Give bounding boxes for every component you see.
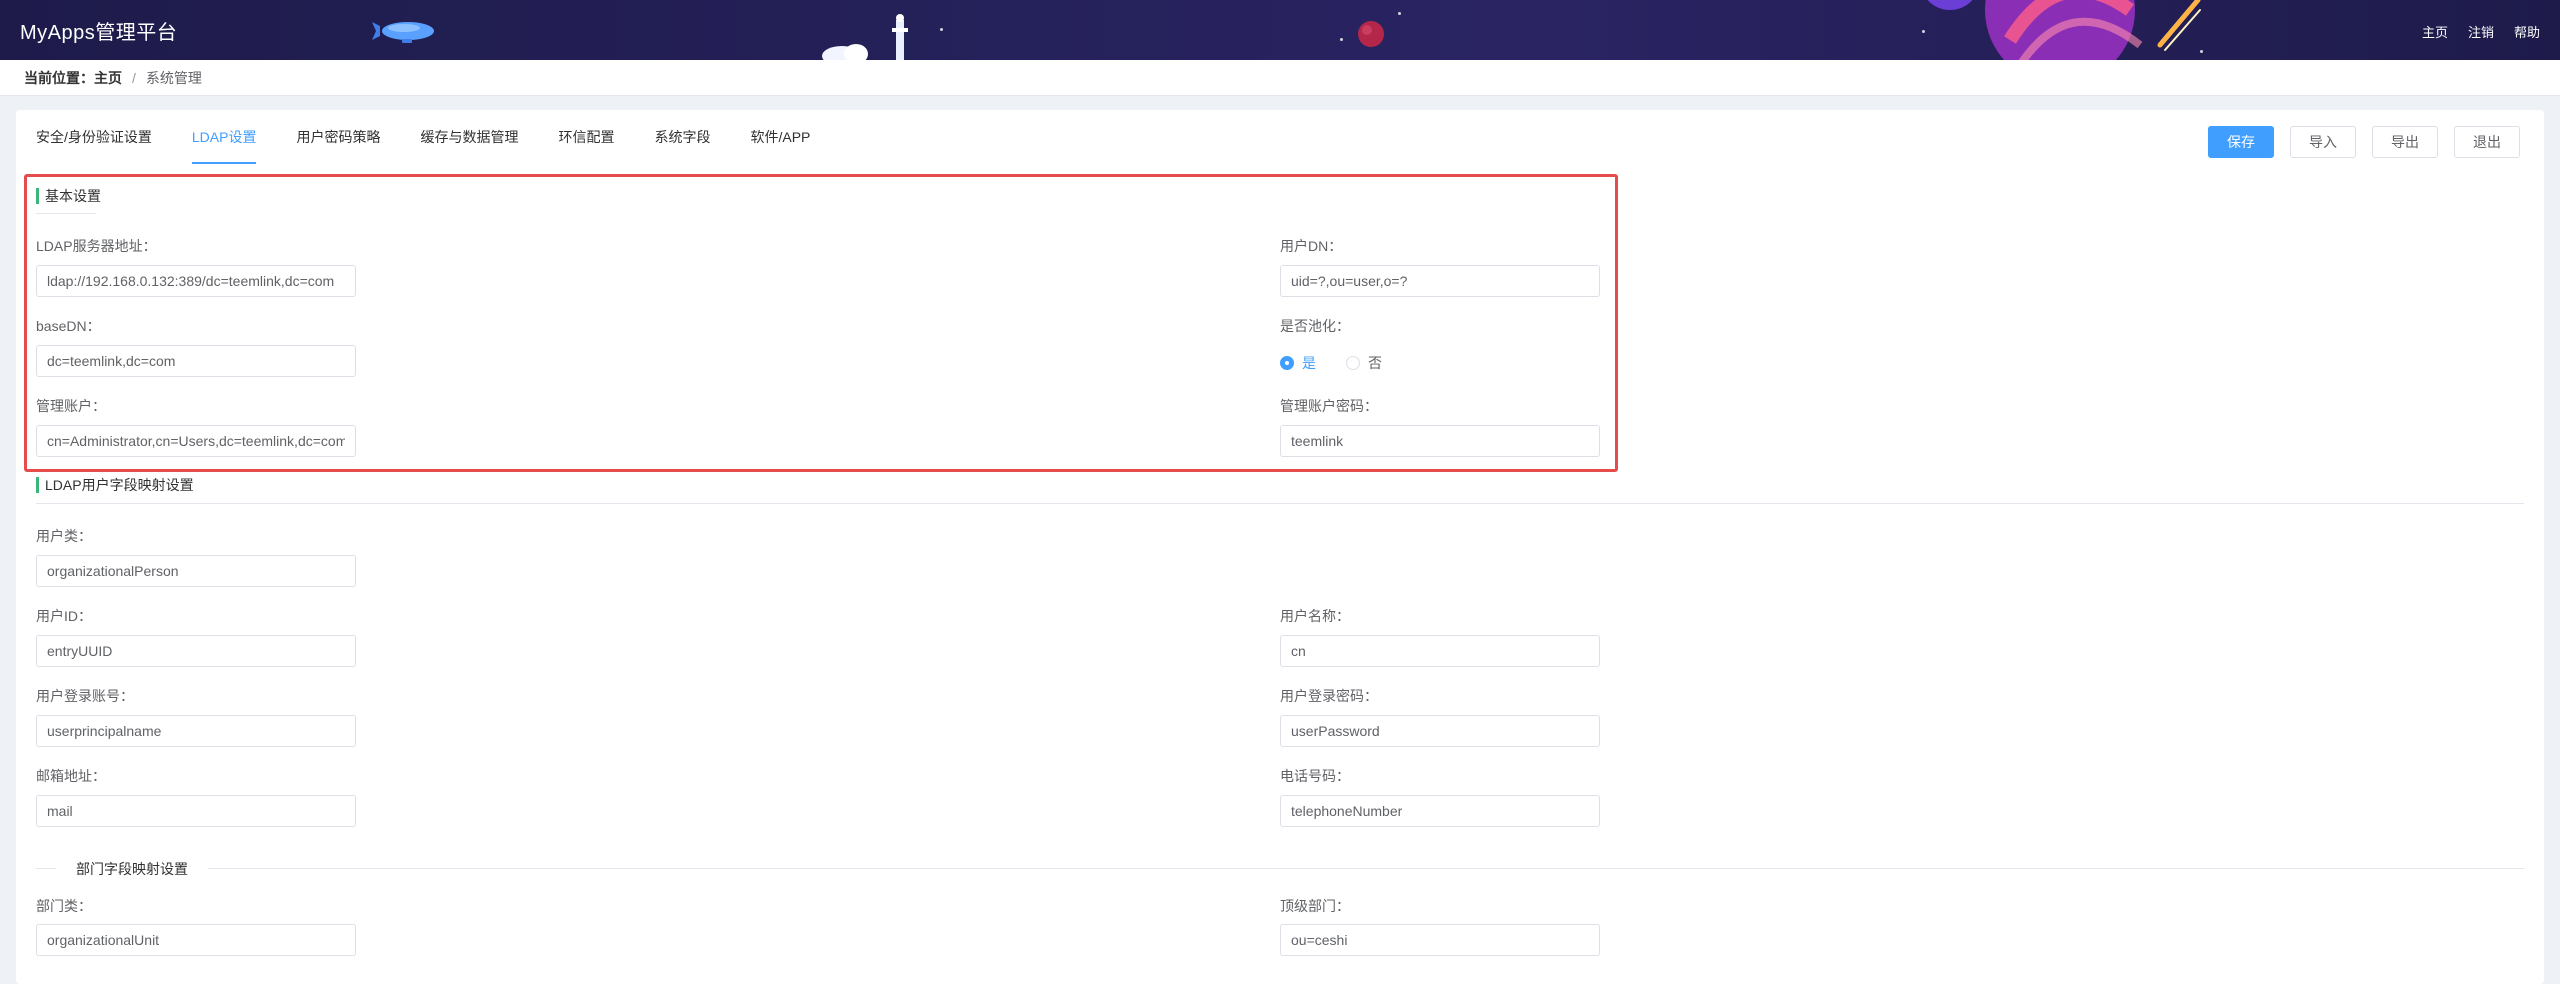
breadcrumb-home-link[interactable]: 主页 — [94, 68, 122, 88]
phone-label: 电话号码： — [1280, 768, 1350, 784]
section-underline — [36, 213, 96, 214]
login-password-input[interactable] — [1280, 715, 1600, 747]
admin-password-input[interactable] — [1280, 425, 1600, 457]
nav-home-link[interactable]: 主页 — [2422, 22, 2448, 41]
basic-settings-title: 基本设置 — [36, 188, 101, 204]
section-divider — [36, 503, 2524, 504]
ldap-server-label: LDAP服务器地址： — [36, 238, 157, 254]
dept-class-input[interactable] — [36, 924, 356, 956]
top-dept-label: 顶级部门： — [1280, 898, 1350, 914]
top-header: MyApps管理平台 主页 注销 帮助 — [0, 0, 2560, 60]
user-class-input[interactable] — [36, 555, 356, 587]
pooling-no-label: 否 — [1368, 355, 1382, 371]
top-dept-input[interactable] — [1280, 924, 1600, 956]
tab-system-fields[interactable]: 系统字段 — [654, 122, 730, 164]
dept-divider — [36, 868, 2524, 869]
breadcrumb-label: 当前位置： — [24, 69, 94, 86]
admin-password-label: 管理账户密码： — [1280, 398, 1378, 414]
login-account-label: 用户登录账号： — [36, 688, 134, 704]
import-button[interactable]: 导入 — [2290, 126, 2356, 158]
user-dn-label: 用户DN： — [1280, 238, 1343, 254]
pooling-no-radio[interactable]: 否 — [1346, 353, 1382, 373]
save-button[interactable]: 保存 — [2208, 126, 2274, 158]
tab-software-app[interactable]: 软件/APP — [750, 122, 830, 164]
phone-input[interactable] — [1280, 795, 1600, 827]
radio-unchecked-icon — [1346, 356, 1360, 370]
ldap-server-input[interactable] — [36, 265, 356, 297]
pooling-yes-label: 是 — [1302, 355, 1316, 371]
pooling-yes-radio[interactable]: 是 — [1280, 353, 1316, 373]
breadcrumb: 当前位置： 主页 / 系统管理 — [0, 60, 2560, 96]
dept-class-label: 部门类： — [36, 898, 92, 914]
toolbar: 保存 导入 导出 退出 — [2208, 126, 2520, 158]
settings-tabs: 安全/身份验证设置 LDAP设置 用户密码策略 缓存与数据管理 环信配置 系统字… — [36, 122, 850, 164]
nav-help-link[interactable]: 帮助 — [2514, 22, 2540, 41]
export-button[interactable]: 导出 — [2372, 126, 2438, 158]
user-id-label: 用户ID： — [36, 608, 92, 624]
app-title: MyApps管理平台 — [20, 22, 178, 44]
nav-logout-link[interactable]: 注销 — [2468, 22, 2494, 41]
exit-button[interactable]: 退出 — [2454, 126, 2520, 158]
tab-security[interactable]: 安全/身份验证设置 — [36, 122, 172, 164]
top-nav: 主页 注销 帮助 — [2422, 22, 2540, 41]
planet-illustration — [1358, 21, 1384, 47]
pooling-radio-group: 是 否 — [1280, 353, 1382, 373]
star-decoration — [1922, 30, 1925, 33]
breadcrumb-separator: / — [132, 69, 136, 86]
breadcrumb-current: 系统管理 — [145, 69, 202, 86]
settings-panel: 安全/身份验证设置 LDAP设置 用户密码策略 缓存与数据管理 环信配置 系统字… — [16, 110, 2544, 984]
email-input[interactable] — [36, 795, 356, 827]
star-decoration — [2200, 50, 2203, 53]
login-account-input[interactable] — [36, 715, 356, 747]
login-password-label: 用户登录密码： — [1280, 688, 1378, 704]
admin-account-input[interactable] — [36, 425, 356, 457]
big-planet-illustration — [1927, 0, 2201, 60]
dept-settings-title: 部门字段映射设置 — [56, 859, 208, 879]
user-id-input[interactable] — [36, 635, 356, 667]
tab-cache-data[interactable]: 缓存与数据管理 — [420, 122, 538, 164]
base-dn-input[interactable] — [36, 345, 356, 377]
tab-ldap[interactable]: LDAP设置 — [191, 122, 277, 164]
pooling-label: 是否池化： — [1280, 318, 1350, 334]
admin-account-label: 管理账户： — [36, 398, 106, 414]
base-dn-label: baseDN： — [36, 318, 101, 334]
star-decoration — [940, 28, 943, 31]
user-name-label: 用户名称： — [1280, 608, 1350, 624]
blimp-illustration — [372, 22, 434, 43]
user-dn-input[interactable] — [1280, 265, 1600, 297]
tower-illustration — [822, 14, 908, 60]
mapping-settings-title: LDAP用户字段映射设置 — [36, 477, 194, 493]
star-decoration — [1398, 12, 1401, 15]
star-decoration — [1340, 38, 1343, 41]
tab-easemob[interactable]: 环信配置 — [558, 122, 634, 164]
tab-password-policy[interactable]: 用户密码策略 — [296, 122, 400, 164]
radio-checked-icon — [1280, 356, 1294, 370]
user-name-input[interactable] — [1280, 635, 1600, 667]
email-label: 邮箱地址： — [36, 768, 106, 784]
user-class-label: 用户类： — [36, 528, 92, 544]
